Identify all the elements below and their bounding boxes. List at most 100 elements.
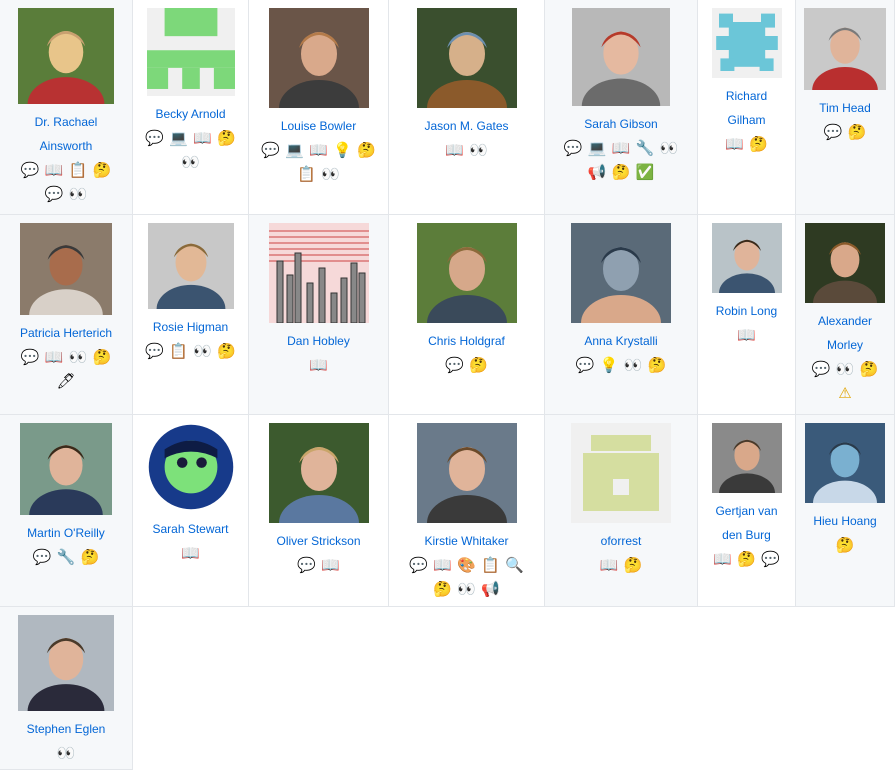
content-icon[interactable]: 📋 <box>297 164 317 186</box>
avatar[interactable] <box>146 8 235 96</box>
contributor-name-link[interactable]: Louise Bowler <box>275 114 362 138</box>
contributor-name-link[interactable]: Gertjan van den Burg <box>702 499 792 547</box>
content-icon[interactable]: 📋 <box>169 341 189 363</box>
avatar[interactable] <box>416 8 517 108</box>
avatar[interactable] <box>571 223 671 323</box>
doc-icon[interactable]: 📖 <box>321 555 341 577</box>
doc-icon[interactable]: 📖 <box>725 134 745 156</box>
avatar[interactable] <box>20 423 112 515</box>
comment-icon[interactable]: 💬 <box>20 160 40 182</box>
question-icon[interactable]: 🤔 <box>80 547 100 569</box>
comment-icon[interactable]: 💬 <box>563 138 583 160</box>
eyes-icon[interactable]: 👀 <box>193 341 213 363</box>
megaphone-icon[interactable]: 📢 <box>587 162 607 184</box>
eyes-icon[interactable]: 👀 <box>457 579 477 601</box>
doc-icon[interactable]: 📖 <box>611 138 631 160</box>
question-icon[interactable]: 🤔 <box>217 341 237 363</box>
check-icon[interactable]: ✅ <box>635 162 655 184</box>
doc-icon[interactable]: 📖 <box>309 355 329 377</box>
comment-icon[interactable]: 💬 <box>297 555 317 577</box>
eyes-icon[interactable]: 👀 <box>321 164 341 186</box>
laptop-icon[interactable]: 💻 <box>587 138 607 160</box>
laptop-icon[interactable]: 💻 <box>285 140 305 162</box>
avatar[interactable] <box>147 423 235 511</box>
question-icon[interactable]: 🤔 <box>749 134 769 156</box>
avatar[interactable] <box>20 223 112 315</box>
comment-icon[interactable]: 💬 <box>20 347 40 369</box>
comment-icon[interactable]: 💬 <box>575 355 595 377</box>
content-icon[interactable]: 📋 <box>68 160 88 182</box>
eyes-icon[interactable]: 👀 <box>469 140 489 162</box>
avatar[interactable] <box>711 423 782 493</box>
pencil-icon[interactable]: 🖊 <box>56 371 76 393</box>
doc-icon[interactable]: 📖 <box>599 555 619 577</box>
contributor-name-link[interactable]: Richard Gilham <box>702 84 792 132</box>
search-icon[interactable]: 🔍 <box>505 555 525 577</box>
contributor-name-link[interactable]: Patricia Herterich <box>14 321 118 345</box>
question-icon[interactable]: 🤔 <box>737 549 757 571</box>
comment-icon[interactable]: 💬 <box>145 341 165 363</box>
avatar[interactable] <box>147 223 234 309</box>
doc-icon[interactable]: 📖 <box>44 160 64 182</box>
doc-icon[interactable]: 📖 <box>309 140 329 162</box>
idea-icon[interactable]: 💡 <box>333 140 353 162</box>
comment-icon[interactable]: 💬 <box>145 128 165 150</box>
contributor-name-link[interactable]: Dr. Rachael Ainsworth <box>4 110 129 158</box>
question-icon[interactable]: 🤔 <box>357 140 377 162</box>
design-icon[interactable]: 🎨 <box>457 555 477 577</box>
avatar[interactable] <box>711 8 782 78</box>
megaphone-icon[interactable]: 📢 <box>481 579 501 601</box>
comment-icon[interactable]: 💬 <box>445 355 465 377</box>
wrench-icon[interactable]: 🔧 <box>56 547 76 569</box>
eyes-icon[interactable]: 👀 <box>181 152 201 174</box>
question-icon[interactable]: 🤔 <box>469 355 489 377</box>
comment-icon[interactable]: 💬 <box>823 122 843 144</box>
question-icon[interactable]: 🤔 <box>433 579 453 601</box>
avatar[interactable] <box>804 8 886 90</box>
eyes-icon[interactable]: 👀 <box>835 359 855 381</box>
contributor-name-link[interactable]: Becky Arnold <box>149 102 231 126</box>
contributor-name-link[interactable]: Anna Krystalli <box>578 329 663 353</box>
question-icon[interactable]: 🤔 <box>92 347 112 369</box>
contributor-name-link[interactable]: Hieu Hoang <box>807 509 882 533</box>
avatar[interactable] <box>805 423 885 503</box>
doc-icon[interactable]: 📖 <box>737 325 757 347</box>
contributor-name-link[interactable]: Chris Holdgraf <box>422 329 511 353</box>
question-icon[interactable]: 🤔 <box>847 122 867 144</box>
contributor-name-link[interactable]: Oliver Strickson <box>270 529 366 553</box>
doc-icon[interactable]: 📖 <box>433 555 453 577</box>
contributor-name-link[interactable]: Alexander Morley <box>800 309 891 357</box>
comment-icon[interactable]: 💬 <box>811 359 831 381</box>
eyes-icon[interactable]: 👀 <box>659 138 679 160</box>
content-icon[interactable]: 📋 <box>481 555 501 577</box>
warning-icon[interactable]: ⚠ <box>835 383 855 405</box>
doc-icon[interactable]: 📖 <box>713 549 733 571</box>
avatar[interactable] <box>711 223 782 293</box>
contributor-name-link[interactable]: Tim Head <box>813 96 877 120</box>
avatar[interactable] <box>571 423 671 523</box>
question-icon[interactable]: 🤔 <box>611 162 631 184</box>
question-icon[interactable]: 🤔 <box>859 359 879 381</box>
doc-icon[interactable]: 📖 <box>193 128 213 150</box>
question-icon[interactable]: 🤔 <box>835 535 855 557</box>
avatar[interactable] <box>268 8 369 108</box>
avatar[interactable] <box>18 8 114 104</box>
avatar[interactable] <box>268 223 369 323</box>
doc-icon[interactable]: 📖 <box>44 347 64 369</box>
contributor-name-link[interactable]: Dan Hobley <box>281 329 356 353</box>
contributor-name-link[interactable]: Sarah Gibson <box>578 112 663 136</box>
avatar[interactable] <box>572 8 670 106</box>
idea-icon[interactable]: 💡 <box>599 355 619 377</box>
question-icon[interactable]: 🤔 <box>647 355 667 377</box>
wrench-icon[interactable]: 🔧 <box>635 138 655 160</box>
avatar[interactable] <box>416 223 517 323</box>
contributor-name-link[interactable]: Martin O'Reilly <box>21 521 111 545</box>
avatar[interactable] <box>18 615 114 711</box>
eyes-icon[interactable]: 👀 <box>68 184 88 206</box>
eyes-icon[interactable]: 👀 <box>623 355 643 377</box>
avatar[interactable] <box>416 423 517 523</box>
comment-icon[interactable]: 💬 <box>409 555 429 577</box>
eyes-icon[interactable]: 👀 <box>56 743 76 765</box>
contributor-name-link[interactable]: Jason M. Gates <box>418 114 514 138</box>
contributor-name-link[interactable]: Rosie Higman <box>147 315 234 339</box>
